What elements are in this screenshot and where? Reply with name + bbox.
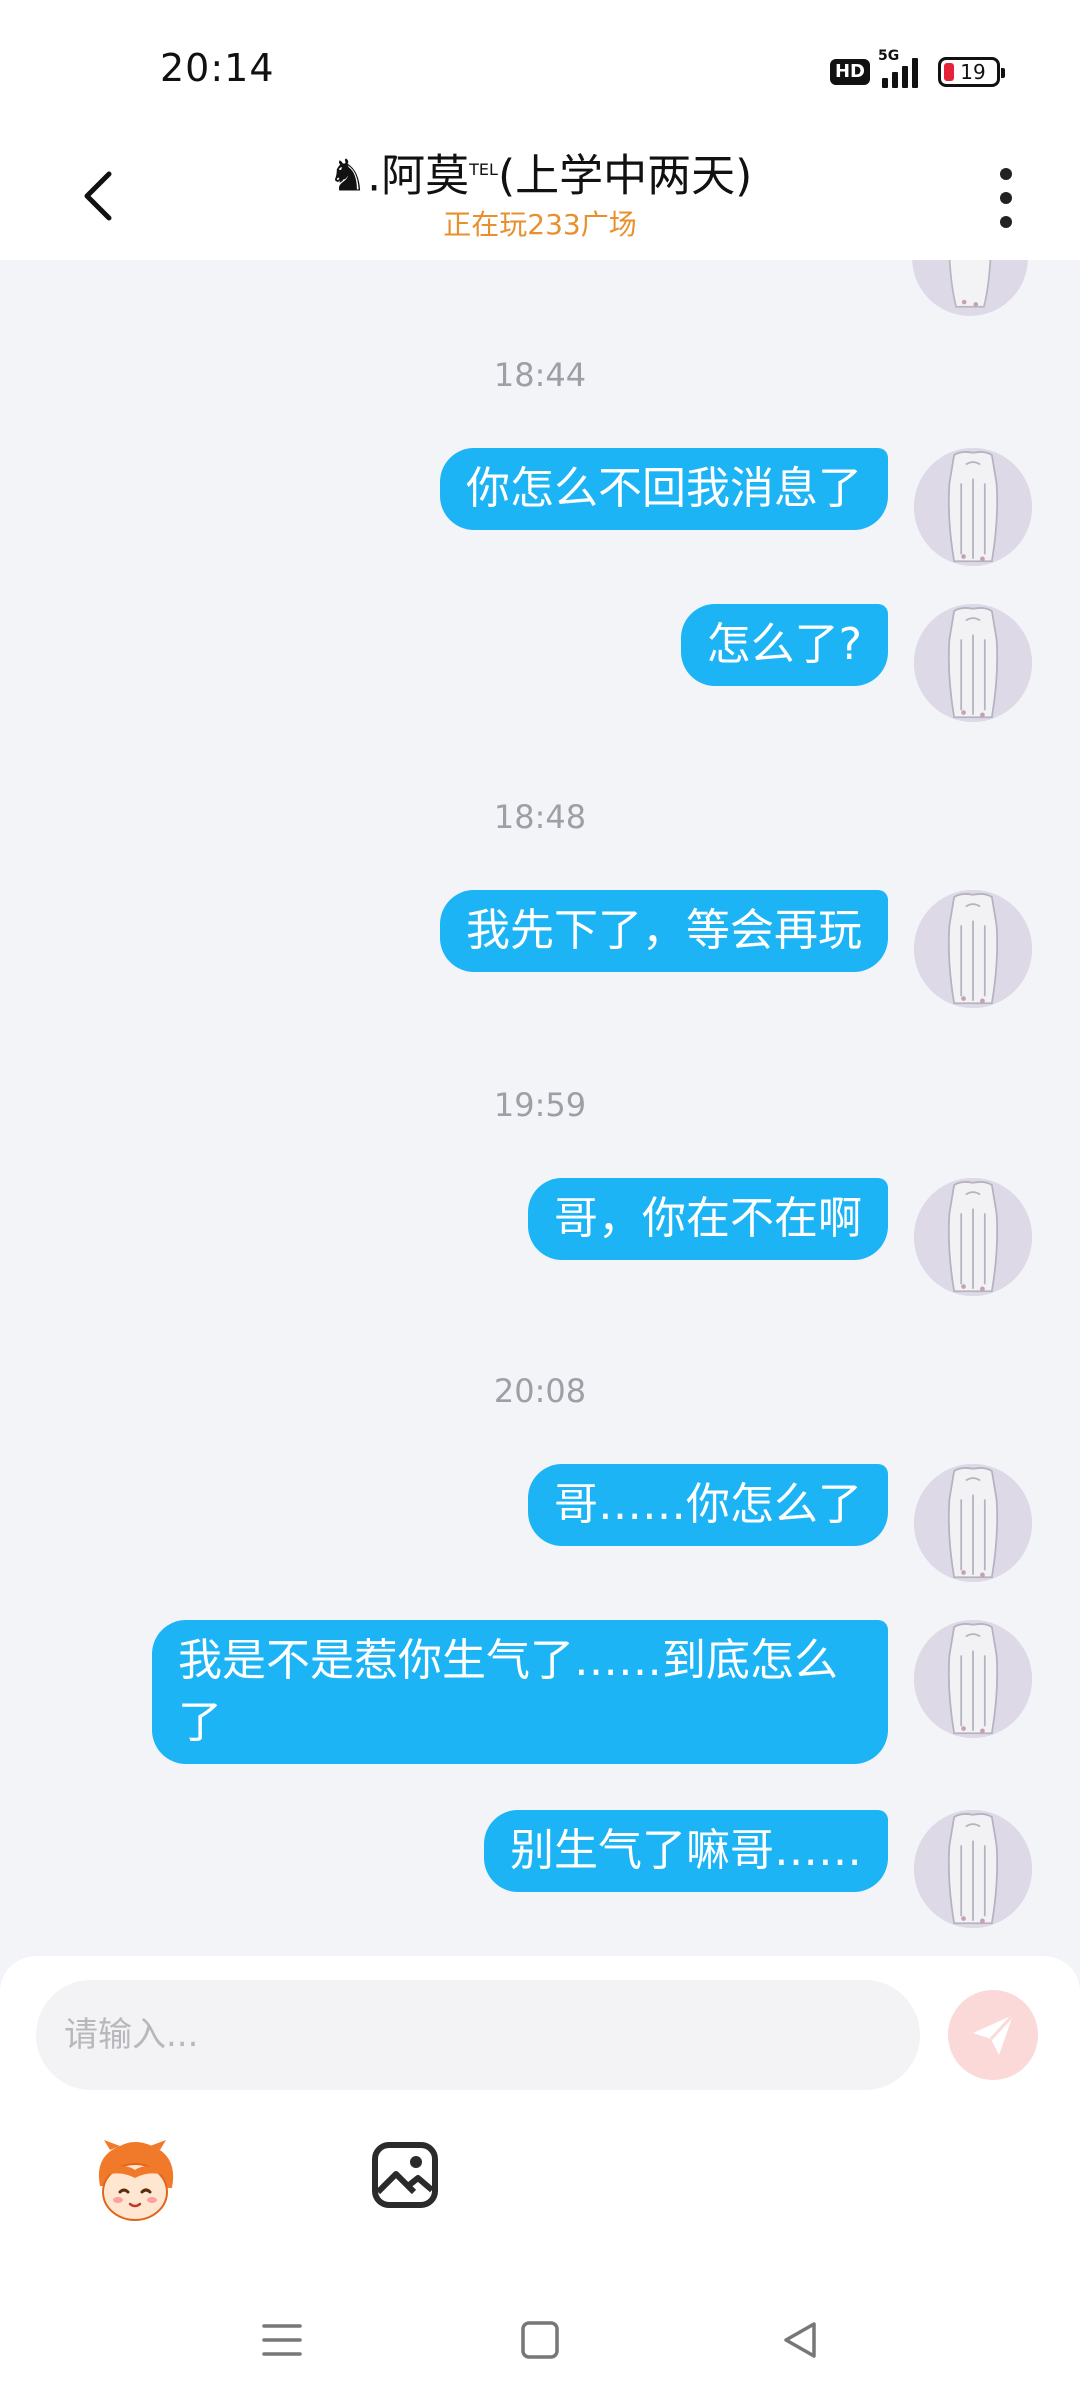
message-time: 18:44 bbox=[493, 356, 587, 394]
avatar-image-icon bbox=[914, 448, 1032, 566]
battery-level: 19 bbox=[960, 60, 986, 84]
avatar[interactable] bbox=[912, 260, 1028, 316]
avatar-image-icon bbox=[914, 890, 1032, 1008]
message-time: 18:48 bbox=[493, 798, 587, 836]
back-nav-button[interactable] bbox=[770, 2310, 830, 2370]
title-block[interactable]: ♞.阿莫TEL(上学中两天) 正在玩233广场 bbox=[0, 140, 1080, 243]
home-icon bbox=[521, 2321, 559, 2359]
avatar[interactable] bbox=[914, 448, 1032, 566]
menu-button[interactable] bbox=[252, 2310, 312, 2370]
avatar[interactable] bbox=[914, 1810, 1032, 1928]
avatar-image-icon bbox=[914, 1620, 1032, 1738]
message-list[interactable]: 18:44 你怎么不回我消息了 怎么了? 18:48 我先下了，等会再玩 19:… bbox=[0, 260, 1080, 1960]
avatar[interactable] bbox=[914, 604, 1032, 722]
home-button[interactable] bbox=[510, 2310, 570, 2370]
message-time: 20:08 bbox=[493, 1372, 587, 1410]
message-time: 19:59 bbox=[493, 1086, 587, 1124]
mascot-emoji-icon[interactable] bbox=[90, 2136, 180, 2226]
message-bubble[interactable]: 别生气了嘛哥…… bbox=[484, 1810, 888, 1892]
avatar-image-icon bbox=[914, 1178, 1032, 1296]
more-dot-icon bbox=[1000, 192, 1012, 204]
status-time: 20:14 bbox=[160, 46, 275, 90]
message-bubble[interactable]: 怎么了? bbox=[680, 604, 888, 686]
message-bubble[interactable]: 我先下了，等会再玩 bbox=[440, 890, 888, 972]
title-superscript: TEL bbox=[469, 160, 498, 179]
avatar-image-icon bbox=[914, 604, 1032, 722]
more-dot-icon bbox=[1000, 168, 1012, 180]
send-icon bbox=[973, 2013, 1015, 2055]
status-icons: HD 5G 19 bbox=[829, 48, 1005, 92]
avatar-image-icon bbox=[914, 1464, 1032, 1582]
message-input[interactable] bbox=[36, 1980, 920, 2090]
message-bubble[interactable]: 你怎么不回我消息了 bbox=[440, 448, 888, 530]
hd-badge: HD bbox=[829, 59, 870, 85]
signal-icon: 5G bbox=[878, 48, 918, 88]
image-icon[interactable] bbox=[370, 2140, 440, 2210]
system-nav-bar bbox=[0, 2280, 1080, 2400]
avatar[interactable] bbox=[914, 1620, 1032, 1738]
send-button[interactable] bbox=[948, 1990, 1038, 2080]
title-prefix: ♞.阿莫 bbox=[327, 150, 470, 202]
back-triangle-icon bbox=[784, 2322, 816, 2358]
title-suffix: (上学中两天) bbox=[497, 150, 753, 202]
chat-title: ♞.阿莫TEL(上学中两天) bbox=[0, 140, 1080, 207]
menu-icon bbox=[262, 2324, 302, 2356]
chat-subtitle: 正在玩233广场 bbox=[443, 207, 637, 241]
network-label: 5G bbox=[878, 48, 900, 64]
message-bubble[interactable]: 我是不是惹你生气了……到底怎么了 bbox=[152, 1620, 888, 1764]
battery-icon: 19 bbox=[938, 57, 1005, 87]
more-options-button[interactable] bbox=[986, 158, 1026, 238]
avatar[interactable] bbox=[914, 1178, 1032, 1296]
more-dot-icon bbox=[1000, 216, 1012, 228]
avatar-image-icon bbox=[914, 1810, 1032, 1928]
status-bar: 20:14 HD 5G 19 bbox=[0, 0, 1080, 130]
avatar[interactable] bbox=[914, 1464, 1032, 1582]
chat-header: ♞.阿莫TEL(上学中两天) 正在玩233广场 bbox=[0, 130, 1080, 260]
message-bubble[interactable]: 哥，你在不在啊 bbox=[528, 1178, 888, 1260]
message-bubble[interactable]: 哥……你怎么了 bbox=[528, 1464, 888, 1546]
avatar[interactable] bbox=[914, 890, 1032, 1008]
